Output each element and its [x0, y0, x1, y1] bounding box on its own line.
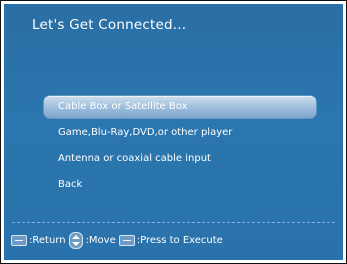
menu-item-cable-satellite[interactable]: Cable Box or Satellite Box	[44, 96, 316, 118]
page-title: Let's Get Connected...	[32, 17, 187, 33]
return-hint: :Return	[29, 235, 66, 246]
menu-item-antenna[interactable]: Antenna or coaxial cable input	[44, 148, 316, 170]
move-hint: :Move	[85, 235, 116, 246]
footer-divider	[12, 222, 335, 223]
up-down-key-icon	[68, 232, 83, 249]
tv-frame: Let's Get Connected... Cable Box or Sate…	[0, 0, 347, 264]
connection-menu: Cable Box or Satellite Box Game,Blu-Ray,…	[44, 96, 316, 200]
menu-key-icon	[11, 235, 27, 246]
enter-key-icon	[118, 235, 135, 246]
execute-hint: :Press to Execute	[136, 235, 223, 246]
menu-item-back[interactable]: Back	[44, 174, 316, 196]
setup-screen: Let's Get Connected... Cable Box or Sate…	[4, 4, 343, 260]
menu-item-game-player[interactable]: Game,Blu-Ray,DVD,or other player	[44, 122, 316, 144]
footer-help: :Return :Move :Press to Execute	[11, 232, 223, 249]
